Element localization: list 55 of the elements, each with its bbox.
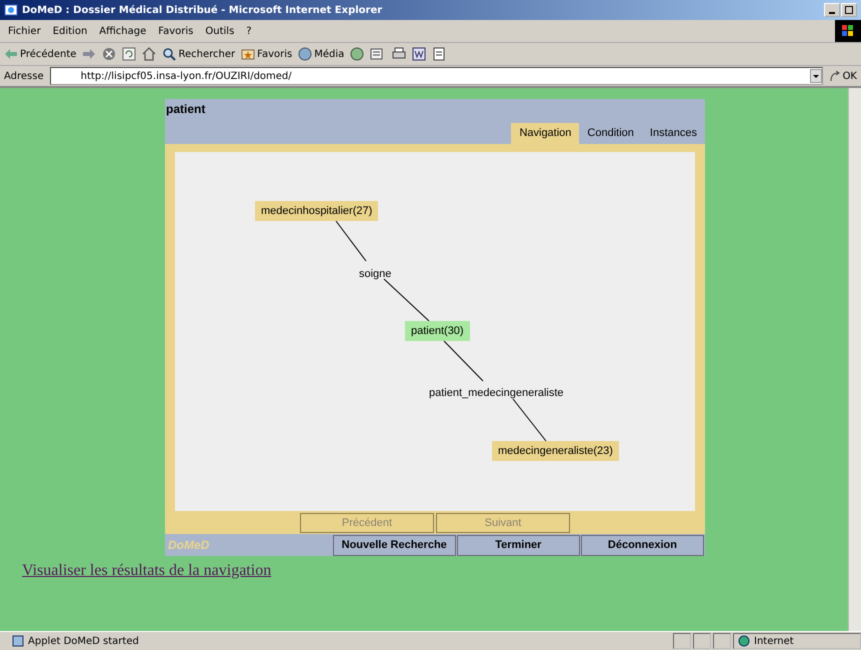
address-label: Adresse <box>4 70 44 82</box>
app-logo: DoMeD <box>167 538 210 552</box>
search-icon <box>162 47 176 61</box>
page-icon <box>12 635 24 647</box>
menu-item[interactable]: Favoris <box>158 26 194 36</box>
status-message: Applet DoMeD started <box>0 635 673 647</box>
toolbar-button[interactable]: Média <box>298 47 344 61</box>
tab[interactable]: Condition <box>579 123 642 144</box>
entity-node[interactable]: medecingeneraliste(23) <box>492 441 619 461</box>
action-button[interactable]: Terminer <box>456 534 580 556</box>
connector-line <box>512 398 546 442</box>
go-button[interactable]: OK <box>828 70 857 82</box>
windows-logo-icon <box>842 25 854 37</box>
menu-item[interactable]: Outils <box>205 26 234 36</box>
document-icon[interactable] <box>432 47 446 61</box>
go-arrow-icon <box>828 70 841 82</box>
maximize-button[interactable] <box>841 3 857 17</box>
relation-label: soigne <box>359 267 392 282</box>
entity-node[interactable]: medecinhospitalier(27) <box>255 201 378 221</box>
action-button[interactable]: Nouvelle Recherche <box>332 534 456 556</box>
entity-node[interactable]: patient(30) <box>405 321 470 341</box>
status-panel <box>713 633 731 649</box>
back-arrow-icon <box>4 48 18 60</box>
status-zone: Internet <box>733 633 861 649</box>
menu-item[interactable]: Edition <box>52 26 88 36</box>
connector-line <box>444 340 484 382</box>
globe-icon <box>298 47 312 61</box>
window-title: DoMeD : Dossier Médical Distribué - Microsoft Internet Explorer <box>22 4 382 16</box>
panel-title: patient <box>165 101 206 118</box>
maximize-icon <box>845 6 853 14</box>
stop-icon[interactable] <box>102 47 116 61</box>
toolbar-button[interactable]: Favoris <box>241 47 292 61</box>
refresh-icon[interactable] <box>122 47 136 61</box>
tab[interactable]: Instances <box>642 123 705 144</box>
toolbar-button[interactable]: Rechercher <box>162 47 236 61</box>
minimize-button[interactable] <box>824 3 840 17</box>
status-panel <box>693 633 711 649</box>
scrollbar[interactable] <box>848 88 861 631</box>
toolbar-button[interactable]: Précédente <box>4 48 76 60</box>
connector-line <box>336 220 366 262</box>
menu-item[interactable]: ? <box>246 26 252 36</box>
home-icon[interactable] <box>142 47 156 61</box>
globe-icon <box>738 635 750 647</box>
action-button[interactable]: Déconnexion <box>580 534 704 556</box>
browser-icon <box>4 3 18 17</box>
word-icon[interactable] <box>412 47 426 61</box>
menu-item[interactable]: Affichage <box>99 26 146 36</box>
relation-label: patient_medecingeneraliste <box>429 386 564 401</box>
connector-line <box>384 278 430 322</box>
printer-icon[interactable] <box>392 47 406 61</box>
results-link[interactable]: Visualiser les résultats de la navigation <box>22 562 272 580</box>
menu-item[interactable]: Fichier <box>8 26 41 36</box>
tab[interactable]: Navigation <box>511 123 580 144</box>
address-field[interactable]: http://lisipcf05.insa-lyon.fr/OUZIRI/domed/ <box>50 67 823 85</box>
status-panel <box>673 633 691 649</box>
